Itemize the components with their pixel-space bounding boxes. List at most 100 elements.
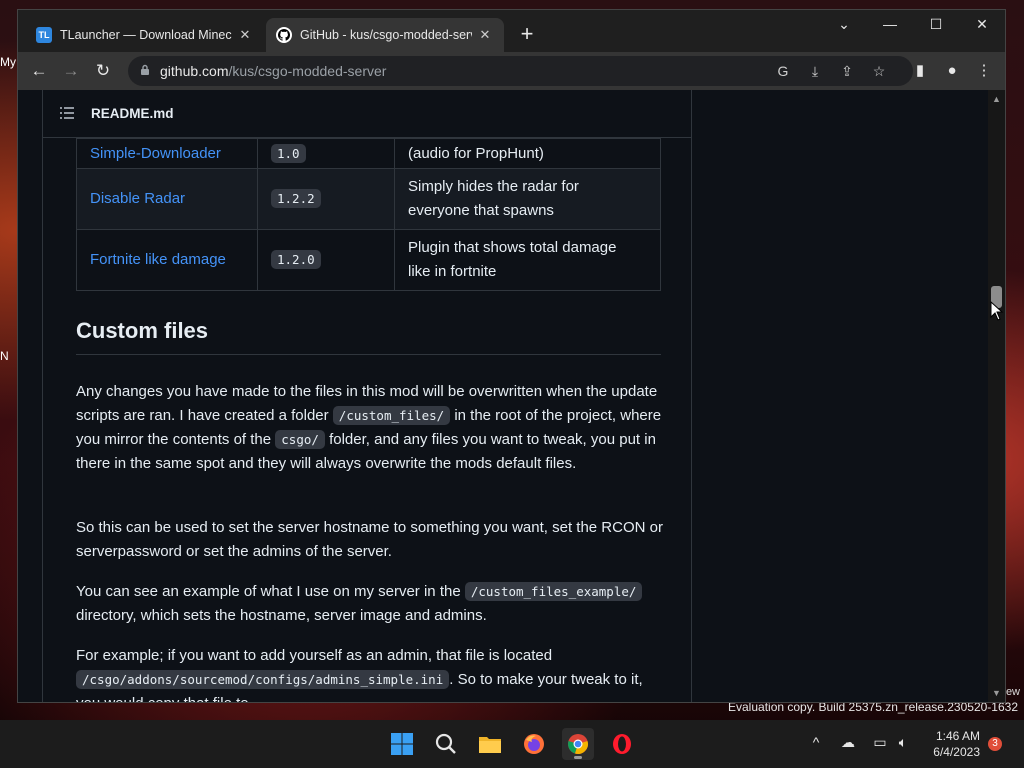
tab-tlauncher[interactable]: TL TLauncher — Download Minecraft ✕ xyxy=(26,18,264,52)
paragraph-admin: For example; if you want to add yourself… xyxy=(76,644,666,702)
desktop-label: My xyxy=(0,55,16,69)
table-cell: Disable Radar xyxy=(76,168,258,230)
side-panel-icon[interactable]: ▮ xyxy=(909,60,931,82)
table-cell: Simple-Downloader xyxy=(76,138,258,169)
plugin-link[interactable]: Disable Radar xyxy=(90,190,185,207)
tlauncher-icon: TL xyxy=(36,27,52,43)
menu-kebab-icon[interactable]: ⋮ xyxy=(973,60,995,82)
tab-title: TLauncher — Download Minecraft xyxy=(60,28,232,42)
bookmark-star-icon[interactable]: ☆ xyxy=(870,62,888,80)
plugin-link[interactable]: Simple-Downloader xyxy=(90,145,221,162)
mouse-cursor-icon xyxy=(990,301,1004,321)
text-span: You can see an example of what I use on … xyxy=(76,583,465,600)
tab-strip: TL TLauncher — Download Minecraft ✕ GitH… xyxy=(18,10,1005,52)
paragraph-custom-files: Any changes you have made to the files i… xyxy=(76,380,666,476)
scroll-up-icon[interactable]: ▲ xyxy=(991,94,1002,104)
search-icon xyxy=(435,733,456,754)
section-heading: Custom files xyxy=(76,318,661,355)
desc-line: Simply hides the radar for xyxy=(408,178,579,195)
table-cell: 1.0 xyxy=(257,138,395,169)
address-bar[interactable]: github.com/kus/csgo-modded-server G ⤓ ⇪ … xyxy=(128,56,913,86)
scroll-down-icon[interactable]: ▼ xyxy=(991,688,1002,698)
version-code: 1.2.2 xyxy=(271,189,321,208)
clock-time: 1:46 AM xyxy=(935,729,980,743)
inline-code: /custom_files_example/ xyxy=(464,582,643,601)
version-code: 1.0 xyxy=(271,143,306,163)
readme-title: README.md xyxy=(91,106,174,121)
page-scrollbar[interactable]: ▲ ▼ xyxy=(988,90,1005,702)
share-icon[interactable]: ⇪ xyxy=(838,62,856,80)
url-path: /kus/csgo-modded-server xyxy=(228,63,387,79)
table-cell: 1.2.2 xyxy=(257,168,395,230)
inline-code: /custom_files/ xyxy=(332,406,451,425)
readme-sticky-header: README.md xyxy=(42,90,692,138)
plugins-table: Simple-Downloader 1.0 (audio for PropHun… xyxy=(76,138,661,291)
opera-icon xyxy=(613,734,631,754)
outline-list-icon[interactable] xyxy=(60,107,74,119)
desktop-label: N xyxy=(0,349,9,363)
folder-icon xyxy=(479,737,501,753)
inline-code: /csgo/addons/sourcemod/configs/admins_si… xyxy=(76,670,450,689)
browser-toolbar: ← → ↻ github.com/kus/csgo-modded-server … xyxy=(18,52,1005,90)
profile-icon[interactable]: ● xyxy=(941,60,963,82)
tab-title: GitHub - kus/csgo-modded-server xyxy=(300,28,472,42)
github-icon xyxy=(276,27,292,43)
table-cell: 1.2.0 xyxy=(257,229,395,291)
notification-badge[interactable]: 3 xyxy=(988,737,1002,751)
tab-search-chevron-icon[interactable]: ⌄ xyxy=(830,16,858,33)
close-window-button[interactable]: ✕ xyxy=(968,16,996,33)
url-text: github.com/kus/csgo-modded-server xyxy=(160,63,386,79)
file-explorer-button[interactable] xyxy=(474,728,506,760)
table-cell: Simply hides the radar for everyone that… xyxy=(394,168,661,230)
google-lens-icon[interactable]: G xyxy=(774,62,792,80)
version-code: 1.2.0 xyxy=(271,250,321,269)
paragraph-example: You can see an example of what I use on … xyxy=(76,580,666,628)
network-icon[interactable]: ▭ xyxy=(870,734,890,751)
close-tab-icon[interactable]: ✕ xyxy=(476,27,494,43)
opera-button[interactable] xyxy=(606,728,638,760)
search-button[interactable] xyxy=(430,728,462,760)
chrome-button[interactable] xyxy=(562,728,594,760)
page-content: Simple-Downloader 1.0 (audio for PropHun… xyxy=(18,90,988,702)
show-hidden-icons-chevron[interactable]: ^ xyxy=(806,734,826,750)
desktop-icons-edge: My N xyxy=(0,55,18,363)
text-span: directory, which sets the hostname, serv… xyxy=(76,607,487,624)
reload-button[interactable]: ↻ xyxy=(92,60,114,82)
active-app-indicator xyxy=(574,756,582,759)
forward-button[interactable]: → xyxy=(60,60,82,82)
cloud-offline-icon[interactable]: ☁ xyxy=(838,734,858,751)
volume-icon[interactable]: 🔈︎ xyxy=(893,734,913,751)
paragraph-usage: So this can be used to set the server ho… xyxy=(76,519,663,560)
install-app-icon[interactable]: ⤓ xyxy=(806,62,824,80)
table-row: Fortnite like damage 1.2.0 Plugin that s… xyxy=(76,229,661,291)
table-row: Disable Radar 1.2.2 Simply hides the rad… xyxy=(76,168,661,230)
table-row: Simple-Downloader 1.0 (audio for PropHun… xyxy=(76,138,661,169)
clock-date: 6/4/2023 xyxy=(933,745,980,759)
firefox-button[interactable] xyxy=(518,728,550,760)
desktop-partial-label: ew xyxy=(1005,686,1020,698)
table-cell: Fortnite like damage xyxy=(76,229,258,291)
close-tab-icon[interactable]: ✕ xyxy=(236,27,254,43)
new-tab-button[interactable]: + xyxy=(516,23,538,46)
browser-window: TL TLauncher — Download Minecraft ✕ GitH… xyxy=(18,10,1005,702)
firefox-icon xyxy=(524,734,544,754)
chrome-icon xyxy=(568,734,588,754)
tab-github[interactable]: GitHub - kus/csgo-modded-server ✕ xyxy=(266,18,504,52)
desc-line: everyone that spawns xyxy=(408,202,554,219)
back-button[interactable]: ← xyxy=(28,60,50,82)
lock-icon xyxy=(141,64,149,75)
maximize-button[interactable]: ☐ xyxy=(922,16,950,33)
table-cell: Plugin that shows total damage like in f… xyxy=(394,229,661,291)
evaluation-watermark: Evaluation copy. Build 25375.zn_release.… xyxy=(728,700,1018,714)
minimize-button[interactable]: — xyxy=(876,16,904,32)
desc-line: Plugin that shows total damage xyxy=(408,239,617,256)
table-cell: (audio for PropHunt) xyxy=(394,138,661,169)
inline-code: csgo/ xyxy=(275,430,325,449)
windows-logo-icon xyxy=(391,733,413,755)
url-domain: github.com xyxy=(160,63,229,79)
start-button[interactable] xyxy=(386,728,418,760)
plugin-link[interactable]: Fortnite like damage xyxy=(90,251,226,268)
system-clock[interactable]: 1:46 AM 6/4/2023 xyxy=(920,728,980,760)
text-span: For example; if you want to add yourself… xyxy=(76,647,553,664)
readme-article: Simple-Downloader 1.0 (audio for PropHun… xyxy=(42,138,692,702)
